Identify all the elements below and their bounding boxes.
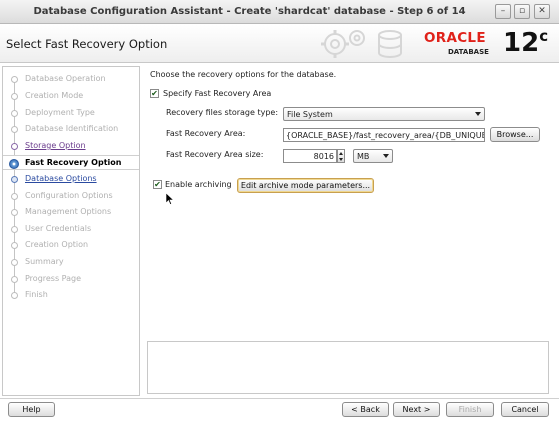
storage-type-value: File System — [287, 110, 333, 119]
step-dot-icon — [11, 242, 18, 249]
step-deployment-type: Deployment Type — [3, 106, 139, 120]
step-label: Database Identification — [25, 124, 119, 133]
fra-location-label: Fast Recovery Area: — [166, 129, 246, 138]
window-titlebar: Database Configuration Assistant - Creat… — [0, 0, 559, 24]
storage-type-select[interactable]: File System — [283, 107, 485, 121]
step-label: Configuration Options — [25, 191, 113, 200]
step-creation-option: Creation Option — [3, 238, 139, 252]
step-label: Finish — [25, 290, 48, 299]
oracle-database-label: DATABASE — [448, 48, 489, 56]
messages-area — [147, 341, 549, 394]
step-database-identification: Database Identification — [3, 122, 139, 136]
step-label: User Credentials — [25, 224, 92, 233]
specify-fra-checkbox[interactable]: ✔ — [150, 89, 159, 98]
step-finish: Finish — [3, 288, 139, 302]
main-panel: Choose the recovery options for the data… — [146, 66, 550, 396]
fra-size-label: Fast Recovery Area size: — [166, 150, 264, 159]
step-dot-icon — [11, 259, 18, 266]
step-dot-icon — [11, 93, 18, 100]
step-label: Progress Page — [25, 274, 82, 283]
version-suffix: c — [539, 27, 549, 45]
step-label: Management Options — [25, 207, 112, 216]
back-button[interactable]: < Back — [342, 402, 389, 417]
step-configuration-options: Configuration Options — [3, 189, 139, 203]
step-progress-page: Progress Page — [3, 272, 139, 286]
step-dot-icon — [11, 226, 18, 233]
arrow-down-icon — [339, 158, 343, 161]
steps-sidebar: Database Operation Creation Mode Deploym… — [2, 66, 140, 396]
step-label: Creation Option — [25, 240, 89, 249]
step-user-credentials: User Credentials — [3, 222, 139, 236]
step-label: Database Operation — [25, 74, 106, 83]
cancel-button[interactable]: Cancel — [501, 402, 549, 417]
enable-archiving-label: Enable archiving — [165, 180, 232, 189]
step-summary: Summary — [3, 255, 139, 269]
page-title: Select Fast Recovery Option — [6, 37, 168, 51]
storage-type-label: Recovery files storage type: — [166, 108, 279, 117]
step-label: Summary — [25, 257, 64, 266]
step-database-operation: Database Operation — [3, 72, 139, 86]
step-label: Creation Mode — [25, 91, 84, 100]
step-dot-icon — [11, 126, 18, 133]
oracle-wordmark: ORACLE — [424, 30, 486, 46]
step-dot-icon — [11, 292, 18, 299]
fra-size-unit-select[interactable]: MB — [353, 149, 393, 163]
chevron-down-icon — [383, 154, 389, 158]
help-button[interactable]: Help — [8, 402, 55, 417]
chevron-down-icon — [475, 112, 481, 116]
oracle-logo: ORACLE DATABASE — [422, 28, 498, 60]
edit-archive-params-button[interactable]: Edit archive mode parameters... — [237, 178, 374, 193]
fra-size-input[interactable]: 8016 — [283, 149, 337, 163]
step-label[interactable]: Storage Option — [25, 141, 86, 150]
next-button[interactable]: Next > — [393, 402, 440, 417]
step-dot-icon — [11, 176, 18, 183]
step-dot-icon — [11, 209, 18, 216]
maximize-button[interactable]: ▫ — [514, 4, 530, 19]
step-dot-icon — [11, 193, 18, 200]
current-step-icon — [9, 159, 19, 169]
arrow-up-icon — [339, 152, 343, 155]
step-dot-icon — [11, 76, 18, 83]
browse-button[interactable]: Browse... — [490, 127, 540, 142]
specify-fra-label: Specify Fast Recovery Area — [163, 89, 272, 98]
step-database-options[interactable]: Database Options — [3, 172, 139, 186]
enable-archiving-checkbox[interactable]: ✔ — [153, 180, 162, 189]
step-label: Fast Recovery Option — [25, 158, 122, 167]
step-creation-mode: Creation Mode — [3, 89, 139, 103]
page-header: Select Fast Recovery Option ORACLE DATAB… — [0, 25, 559, 63]
step-dot-icon — [11, 110, 18, 117]
step-label: Deployment Type — [25, 108, 95, 117]
step-fast-recovery-option: Fast Recovery Option — [3, 155, 139, 170]
fra-location-input[interactable]: {ORACLE_BASE}/fast_recovery_area/{DB_UNI… — [283, 128, 485, 142]
step-storage-option[interactable]: Storage Option — [3, 139, 139, 153]
finish-button[interactable]: Finish — [446, 402, 494, 417]
fra-size-unit-value: MB — [357, 152, 370, 161]
step-dot-icon — [11, 276, 18, 283]
version-badge: 12c — [503, 27, 548, 58]
step-management-options: Management Options — [3, 205, 139, 219]
step-dot-icon — [11, 143, 18, 150]
version-number: 12 — [503, 28, 540, 58]
fra-size-stepper[interactable] — [337, 149, 345, 163]
mouse-cursor-icon — [166, 193, 174, 205]
minimize-button[interactable]: – — [495, 4, 511, 19]
close-button[interactable]: ✕ — [534, 4, 550, 19]
footer-divider — [0, 398, 559, 399]
step-label[interactable]: Database Options — [25, 174, 97, 183]
gears-icon — [321, 30, 402, 58]
intro-text: Choose the recovery options for the data… — [150, 70, 337, 79]
window-title: Database Configuration Assistant - Creat… — [33, 6, 466, 17]
